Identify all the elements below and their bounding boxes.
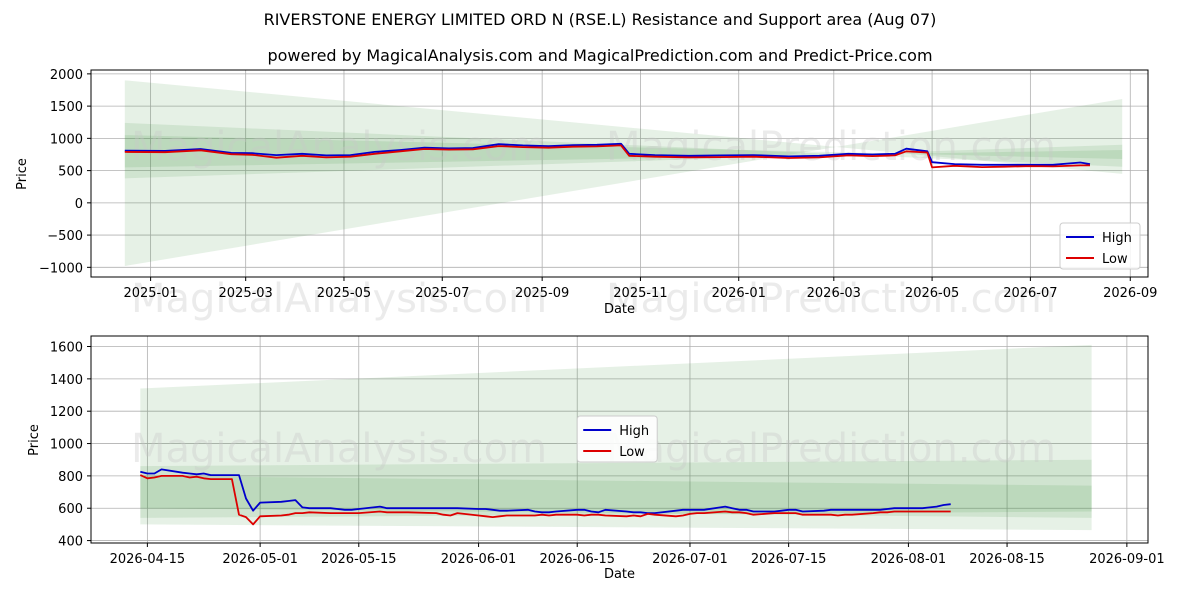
- x-tick-label: 2026-04-15: [110, 552, 186, 567]
- x-axis-label: Date: [604, 302, 635, 317]
- x-tick-label: 2026-07-01: [652, 552, 728, 567]
- x-tick-label: 2026-09-01: [1089, 552, 1165, 567]
- y-axis-label: Price: [15, 158, 30, 190]
- y-tick-label: −1000: [39, 261, 83, 276]
- y-tick-label: 1400: [50, 373, 83, 388]
- legend-box: [576, 415, 658, 463]
- x-axis-label: Date: [604, 567, 635, 582]
- x-tick-label: 2025-03: [219, 286, 273, 301]
- x-tick-label: 2026-06-01: [441, 552, 517, 567]
- x-tick-label: 2026-08-15: [969, 552, 1045, 567]
- x-tick-label: 2026-05-15: [321, 552, 397, 567]
- legend-label-high: High: [1102, 231, 1132, 246]
- x-tick-label: 2025-09: [515, 286, 569, 301]
- y-tick-label: −500: [47, 229, 83, 244]
- y-tick-label: 1000: [50, 438, 83, 453]
- y-tick-label: 1500: [50, 100, 83, 115]
- x-tick-label: 2026-05: [905, 286, 959, 301]
- bottom-chart-panel: MagicalAnalysis.com MagicalPrediction.com…: [27, 335, 1165, 582]
- x-tick-label: 2025-05: [317, 286, 371, 301]
- x-tick-label: 2026-07: [1003, 286, 1057, 301]
- y-tick-label: 800: [58, 470, 83, 485]
- y-tick-label: 400: [58, 535, 83, 550]
- legend-box: [1059, 222, 1141, 270]
- x-tick-label: 2025-01: [123, 286, 177, 301]
- watermark-text: MagicalAnalysis.com: [131, 426, 547, 472]
- legend-label-low: Low: [619, 445, 645, 460]
- x-tick-label: 2026-09: [1103, 286, 1157, 301]
- x-tick-label: 2026-06-15: [539, 552, 615, 567]
- watermark-text: MagicalPrediction.com: [606, 124, 1056, 170]
- x-tick-label: 2026-03: [807, 286, 861, 301]
- legend-label-low: Low: [1102, 252, 1128, 267]
- y-tick-label: 600: [58, 502, 83, 517]
- legend-label-high: High: [619, 424, 649, 439]
- y-tick-label: 1000: [50, 132, 83, 147]
- x-tick-label: 2026-01: [712, 286, 766, 301]
- top-chart-panel: MagicalAnalysis.com MagicalPrediction.com…: [15, 68, 1157, 322]
- y-axis-label: Price: [27, 424, 42, 456]
- x-tick-label: 2026-07-15: [751, 552, 827, 567]
- legend: High Low: [576, 415, 658, 463]
- y-tick-label: 2000: [50, 68, 83, 83]
- x-tick-label: 2026-05-01: [222, 552, 298, 567]
- watermark-text: MagicalPrediction.com: [606, 426, 1056, 472]
- y-tick-label: 500: [58, 165, 83, 180]
- x-tick-label: 2025-11: [613, 286, 667, 301]
- x-tick-label: 2025-07: [415, 286, 469, 301]
- x-tick-label: 2026-08-01: [871, 552, 947, 567]
- y-tick-label: 0: [75, 197, 83, 212]
- chart-canvas: MagicalAnalysis.com MagicalPrediction.com…: [15, 68, 1165, 582]
- legend: High Low: [1059, 222, 1141, 270]
- y-tick-label: 1600: [50, 341, 83, 356]
- y-tick-label: 1200: [50, 405, 83, 420]
